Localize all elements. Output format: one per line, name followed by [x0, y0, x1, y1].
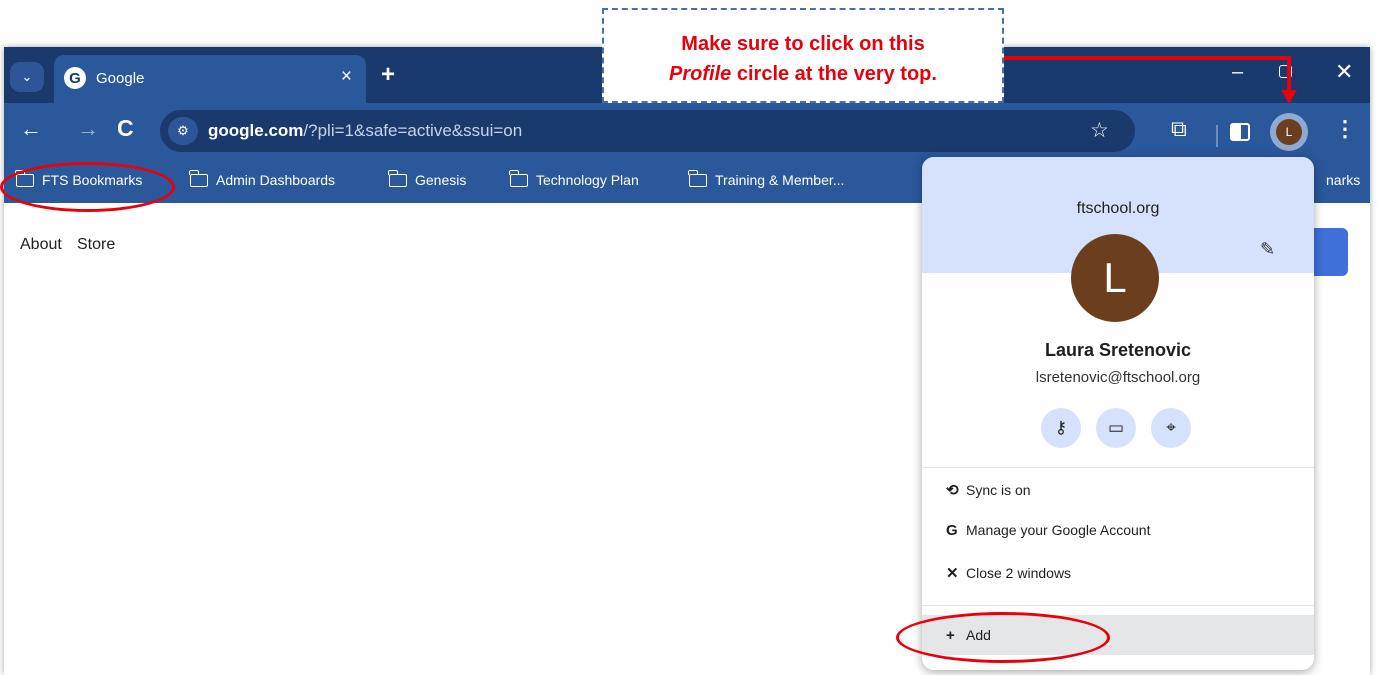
- tab-close-icon[interactable]: ×: [341, 66, 352, 88]
- tab-title: Google: [96, 70, 145, 87]
- active-tab[interactable]: G Google ×: [54, 55, 366, 105]
- menu-divider: [922, 467, 1314, 468]
- bookmark-admin-dashboards[interactable]: Admin Dashboards: [189, 169, 336, 188]
- reload-button[interactable]: C: [117, 115, 134, 142]
- url-text: google.com/?pli=1&safe=active&ssui=on: [208, 121, 522, 141]
- bookmark-overflow-label[interactable]: narks: [1326, 172, 1360, 188]
- address-bar[interactable]: ⚙ google.com/?pli=1&safe=active&ssui=on …: [160, 110, 1135, 152]
- annotation-arrow-line: [1004, 56, 1291, 60]
- google-icon: G: [946, 521, 958, 539]
- callout-emphasis: Profile: [669, 63, 732, 85]
- annotation-ellipse-add: [896, 612, 1110, 663]
- sync-label: Sync is on: [966, 482, 1031, 498]
- profile-button[interactable]: L: [1270, 113, 1308, 151]
- passwords-key-icon[interactable]: ⚷: [1041, 408, 1081, 448]
- bookmark-genesis[interactable]: Genesis: [388, 169, 467, 188]
- new-tab-button[interactable]: +: [381, 61, 395, 89]
- annotation-arrow-line: [1287, 56, 1291, 92]
- about-link[interactable]: About: [20, 236, 62, 254]
- sync-icon: ⟲: [946, 482, 959, 499]
- manage-account-label: Manage your Google Account: [966, 522, 1151, 538]
- instruction-callout: Make sure to click on this Profile circl…: [602, 8, 1004, 103]
- screenshot-stage: ⌄ G Google × + – ✕ ← → C ⚙ google.com/?p…: [0, 0, 1377, 675]
- profile-name: Laura Sretenovic: [1044, 340, 1192, 360]
- bookmark-training-member[interactable]: Training & Member...: [688, 169, 845, 188]
- close-windows-menu-item[interactable]: ✕ Close 2 windows: [922, 555, 1314, 591]
- bookmark-label: Admin Dashboards: [216, 172, 336, 188]
- location-pin-icon[interactable]: ⌖: [1151, 408, 1191, 448]
- extensions-icon[interactable]: ⧉: [1171, 116, 1187, 142]
- side-panel-icon[interactable]: [1230, 123, 1250, 141]
- site-info-icon[interactable]: ⚙: [168, 117, 198, 145]
- profile-email: lsretenovic@ftschool.org: [1035, 369, 1201, 386]
- browser-toolbar: ← → C ⚙ google.com/?pli=1&safe=active&ss…: [4, 103, 1370, 160]
- google-favicon-icon: G: [64, 67, 86, 89]
- profile-menu: ftschool.org ✎ L Laura Sretenovic lsrete…: [922, 157, 1314, 670]
- bookmark-star-icon[interactable]: ☆: [1090, 118, 1109, 143]
- annotation-ellipse-bookmarks: [0, 162, 175, 212]
- window-close-button[interactable]: ✕: [1335, 59, 1353, 85]
- callout-line-2: Profile circle at the very top.: [604, 59, 1002, 89]
- chrome-menu-icon[interactable]: ⋮: [1334, 116, 1356, 142]
- manage-account-menu-item[interactable]: G Manage your Google Account: [922, 512, 1314, 548]
- menu-divider: [922, 605, 1314, 606]
- profile-avatar-large: L: [1071, 234, 1159, 322]
- close-icon: ✕: [946, 565, 959, 582]
- chevron-down-icon: ⌄: [21, 69, 33, 84]
- callout-line-1: Make sure to click on this: [681, 33, 925, 55]
- url-host: google.com: [208, 121, 304, 140]
- tab-search-button[interactable]: ⌄: [10, 62, 44, 92]
- folder-icon: [189, 169, 208, 187]
- bookmark-label: Technology Plan: [536, 172, 639, 188]
- callout-rest: circle at the very top.: [731, 63, 937, 85]
- minimize-button[interactable]: –: [1232, 61, 1243, 84]
- back-button[interactable]: ←: [20, 116, 42, 142]
- edit-pencil-icon[interactable]: ✎: [1260, 239, 1275, 260]
- profile-domain: ftschool.org: [1076, 200, 1160, 217]
- folder-icon: [688, 169, 707, 187]
- close-windows-label: Close 2 windows: [966, 565, 1072, 581]
- bookmark-label: Genesis: [415, 172, 467, 188]
- annotation-arrowhead-icon: [1281, 90, 1297, 104]
- bookmark-label: Training & Member...: [715, 172, 845, 188]
- payment-card-icon[interactable]: ▭: [1096, 408, 1136, 448]
- folder-icon: [509, 169, 528, 187]
- profile-avatar: L: [1276, 119, 1302, 145]
- store-link[interactable]: Store: [77, 236, 115, 254]
- sync-menu-item[interactable]: ⟲ Sync is on: [922, 472, 1314, 508]
- folder-icon: [388, 169, 407, 187]
- url-path: /?pli=1&safe=active&ssui=on: [303, 121, 523, 140]
- toolbar-divider: [1216, 125, 1218, 147]
- forward-button[interactable]: →: [77, 116, 99, 142]
- bookmark-technology-plan[interactable]: Technology Plan: [509, 169, 639, 188]
